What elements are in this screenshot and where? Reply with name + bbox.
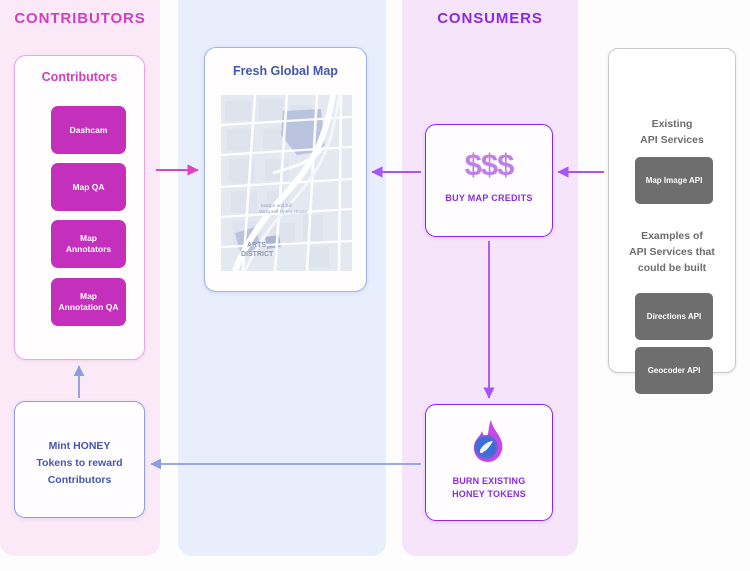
role-box-dashcam[interactable]: Dashcam <box>51 106 126 154</box>
burn-honey-tokens-card[interactable]: BURN EXISTING HONEY TOKENS <box>425 404 553 521</box>
column-title-consumers: CONSUMERS <box>437 10 543 27</box>
api-services-panel: Existing API Services Map Image API Examp… <box>608 48 736 394</box>
role-box-map-qa[interactable]: Map QA <box>51 163 126 211</box>
burn-honey-tokens-label: BURN EXISTING HONEY TOKENS <box>452 476 526 500</box>
svg-text:ARTS: ARTS <box>247 242 266 249</box>
fresh-global-map-card: Fresh Global Map Margot and Bill Winspea… <box>204 47 367 292</box>
svg-text:Margot and Bill: Margot and Bill <box>261 203 292 208</box>
flame-token-icon <box>426 419 552 469</box>
map-thumbnail[interactable]: Margot and Bill Winspear Opera House ART… <box>221 95 352 271</box>
dollar-signs-icon: $$$ <box>464 147 515 182</box>
api-box-map-image[interactable]: Map Image API <box>635 157 713 204</box>
svg-text:Winspear Opera House: Winspear Opera House <box>259 209 307 214</box>
contributors-card: Contributors Dashcam Map QA Map Annotator… <box>14 55 145 360</box>
svg-text:DISTRICT: DISTRICT <box>241 251 274 258</box>
map-graphic: Margot and Bill Winspear Opera House ART… <box>221 95 352 271</box>
column-title-contributors: CONTRIBUTORS <box>14 10 146 27</box>
api-panel-heading-existing: Existing API Services <box>640 118 704 146</box>
diagram-canvas: CONTRIBUTORS CONSUMERS Contributors Dash… <box>0 0 750 571</box>
map-card-heading: Fresh Global Map <box>233 64 338 78</box>
role-box-map-annotation-qa[interactable]: Map Annotation QA <box>51 278 126 326</box>
api-box-geocoder[interactable]: Geocoder API <box>635 347 713 394</box>
buy-map-credits-label: BUY MAP CREDITS <box>445 193 533 203</box>
role-box-map-annotators[interactable]: Map Annotators <box>51 220 126 268</box>
mint-honey-tokens-card[interactable]: Mint HONEY Tokens to reward Contributors <box>14 401 145 518</box>
buy-map-credits-card[interactable]: $$$ BUY MAP CREDITS <box>425 124 553 237</box>
api-panel-heading-examples: Examples of API Services that could be bui… <box>629 230 715 274</box>
api-box-directions[interactable]: Directions API <box>635 293 713 340</box>
contributors-card-heading: Contributors <box>41 70 118 84</box>
mint-honey-tokens-label: Mint HONEY Tokens to reward Contributors <box>36 440 123 486</box>
